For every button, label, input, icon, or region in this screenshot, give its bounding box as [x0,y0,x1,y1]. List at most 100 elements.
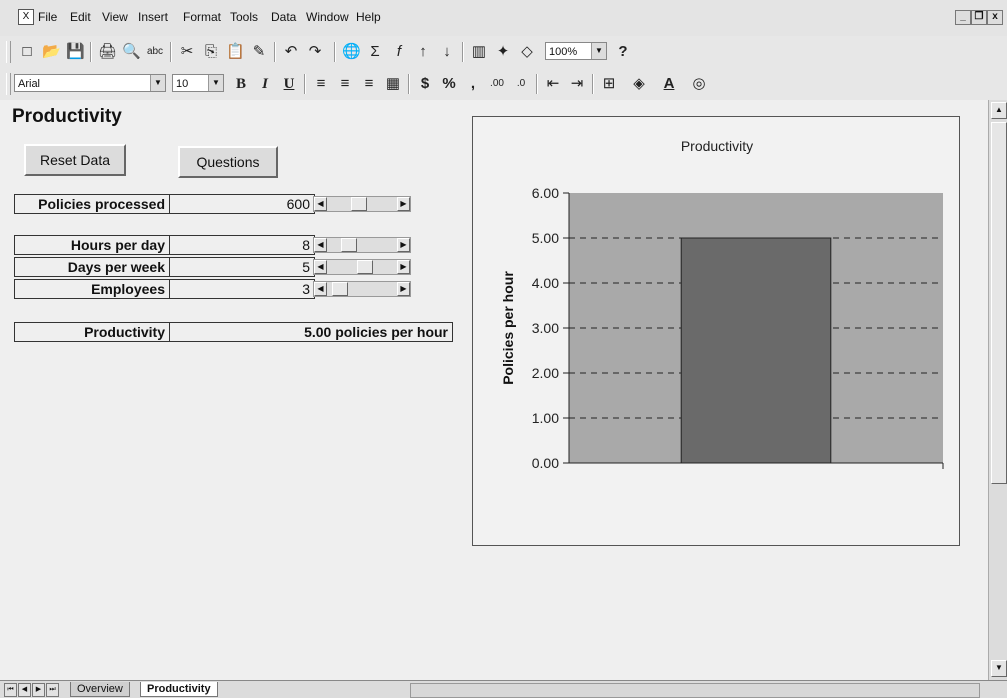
productivity-chart[interactable]: Productivity 0.00 1.00 2.00 3.00 4.00 5.00 6.00… [472,116,960,546]
tab-productivity[interactable]: Productivity [140,682,218,697]
vertical-scrollbar[interactable]: ▲ ▼ [988,100,1007,680]
font-value: Arial [18,78,41,90]
workbook-icon[interactable]: X [18,9,34,25]
policies-processed-slider[interactable]: ◀ ▶ [313,196,411,212]
reset-data-button[interactable]: Reset Data [24,144,126,176]
horizontal-scrollbar[interactable] [410,683,980,698]
employees-slider[interactable]: ◀ ▶ [313,281,411,297]
print-icon[interactable]: 🖨 [98,43,117,61]
increase-indent-icon[interactable]: ⇥ [568,75,586,93]
menu-help[interactable]: Help [356,10,381,24]
days-per-week-value[interactable]: 5 [169,257,315,277]
scroll-thumb[interactable] [991,122,1007,484]
slider-thumb[interactable] [351,197,367,211]
paste-icon[interactable]: 📋 [226,43,245,61]
restore-icon[interactable]: ❐ [971,10,987,25]
undo-icon[interactable]: ↶ [282,43,300,61]
redo-icon[interactable]: ↷ [306,43,324,61]
spelling-icon[interactable]: abc [146,43,164,61]
bold-button[interactable]: B [232,75,250,93]
italic-button[interactable]: I [256,75,274,93]
copy-icon[interactable]: ⎘ [202,43,220,61]
arrow-down-icon[interactable]: ▼ [991,660,1007,677]
font-select[interactable]: Arial ▼ [14,74,166,92]
camera-icon[interactable]: ◎ [690,75,708,93]
comma-button[interactable]: , [464,75,482,93]
fill-color-icon[interactable]: ◈ [630,75,648,93]
new-icon[interactable]: □ [18,43,36,61]
arrow-right-icon[interactable]: ▶ [397,282,410,296]
increase-decimal-button[interactable]: .00 [488,75,506,93]
menu-data[interactable]: Data [271,10,296,24]
sort-descending-icon[interactable]: ↓ [438,43,456,61]
slider-thumb[interactable] [357,260,373,274]
close-icon[interactable]: x [987,10,1003,25]
align-right-icon[interactable]: ≡ [360,75,378,93]
menu-edit[interactable]: Edit [70,10,91,24]
align-center-icon[interactable]: ≡ [336,75,354,93]
first-sheet-icon[interactable]: ⏮ [4,683,17,697]
arrow-right-icon[interactable]: ▶ [397,197,410,211]
arrow-left-icon[interactable]: ◀ [314,282,327,296]
menu-format[interactable]: Format [183,10,221,24]
decrease-indent-icon[interactable]: ⇤ [544,75,562,93]
decrease-decimal-button[interactable]: .0 [512,75,530,93]
toolbar-separator [170,42,172,62]
questions-button[interactable]: Questions [178,146,278,178]
print-preview-icon[interactable]: 🔍 [122,43,141,61]
menu-tools[interactable]: Tools [230,10,258,24]
font-color-icon[interactable]: A [660,75,678,93]
function-icon[interactable]: f [390,43,408,61]
bar [680,237,832,464]
arrow-right-icon[interactable]: ▶ [397,238,410,252]
chevron-down-icon[interactable]: ▼ [591,43,606,59]
hours-per-day-value[interactable]: 8 [169,235,315,255]
chevron-down-icon[interactable]: ▼ [208,75,223,91]
autosum-icon[interactable]: Σ [366,43,384,61]
font-size-select[interactable]: 10 ▼ [172,74,224,92]
toolbar-separator [462,42,464,62]
slider-thumb[interactable] [332,282,348,296]
menu-window[interactable]: Window [306,10,349,24]
hours-per-day-slider[interactable]: ◀ ▶ [313,237,411,253]
currency-button[interactable]: $ [416,75,434,93]
arrow-right-icon[interactable]: ▶ [397,260,410,274]
arrow-left-icon[interactable]: ◀ [314,238,327,252]
align-left-icon[interactable]: ≡ [312,75,330,93]
arrow-left-icon[interactable]: ◀ [314,260,327,274]
menu-view[interactable]: View [102,10,128,24]
zoom-select[interactable]: 100% ▼ [545,42,607,60]
toolbar-grip[interactable] [6,41,11,63]
tab-overview[interactable]: Overview [70,682,130,697]
chevron-down-icon[interactable]: ▼ [150,75,165,91]
days-per-week-slider[interactable]: ◀ ▶ [313,259,411,275]
borders-icon[interactable]: ⊞ [600,75,618,93]
y-tick-label: 0.00 [532,455,559,471]
last-sheet-icon[interactable]: ⏭ [46,683,59,697]
next-sheet-icon[interactable]: ▶ [32,683,45,697]
hyperlink-icon[interactable]: 🌐 [342,43,361,61]
menu-file[interactable]: File [38,10,57,24]
format-painter-icon[interactable]: ✎ [250,43,268,61]
employees-value[interactable]: 3 [169,279,315,299]
drawing-icon[interactable]: ◇ [518,43,536,61]
toolbar-grip[interactable] [6,73,11,95]
menu-insert[interactable]: Insert [138,10,168,24]
font-size-value: 10 [176,78,189,90]
percent-button[interactable]: % [440,75,458,93]
slider-thumb[interactable] [341,238,357,252]
policies-processed-value[interactable]: 600 [169,194,315,214]
sort-ascending-icon[interactable]: ↑ [414,43,432,61]
cut-icon[interactable]: ✂ [178,43,196,61]
help-icon[interactable]: ? [614,43,632,61]
prev-sheet-icon[interactable]: ◀ [18,683,31,697]
save-icon[interactable]: 💾 [66,43,85,61]
arrow-left-icon[interactable]: ◀ [314,197,327,211]
arrow-up-icon[interactable]: ▲ [991,102,1007,119]
merge-center-icon[interactable]: ▦ [384,75,402,93]
underline-button[interactable]: U [280,75,298,93]
open-icon[interactable]: 📂 [42,43,61,61]
map-icon[interactable]: ✦ [494,43,512,61]
chart-wizard-icon[interactable]: ▥ [470,43,488,61]
minimize-icon[interactable]: _ [955,10,971,25]
